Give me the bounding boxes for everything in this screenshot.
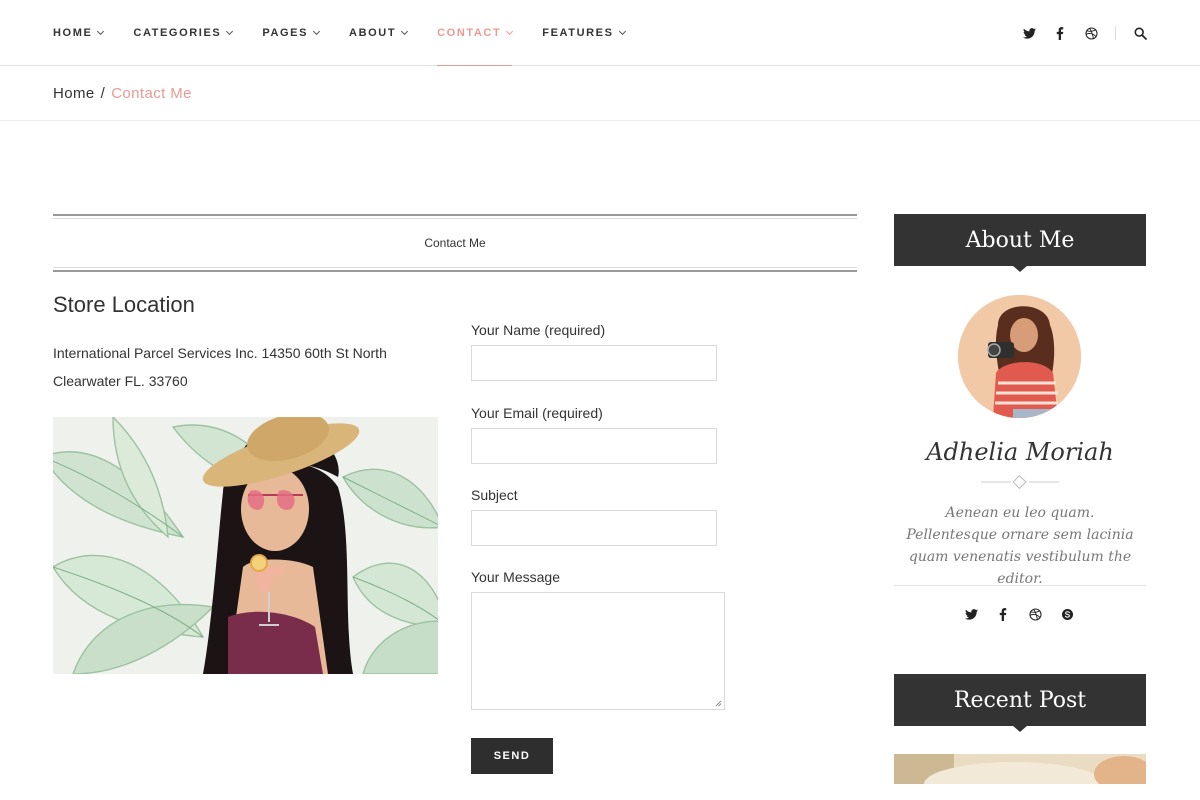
divider — [1115, 26, 1116, 40]
nav-item-pages[interactable]: PAGES — [262, 0, 321, 66]
facebook-icon[interactable] — [1053, 26, 1067, 40]
about-me-heading: About Me — [894, 214, 1146, 272]
twitter-icon[interactable] — [1022, 26, 1036, 40]
divider — [53, 270, 857, 272]
breadcrumb-current: Contact Me — [111, 84, 192, 102]
breadcrumb-separator: / — [100, 84, 106, 102]
divider — [53, 214, 857, 216]
section-header: Contact Me — [53, 214, 857, 274]
nav-item-label: CONTACT — [437, 27, 502, 39]
name-label: Your Name (required) — [471, 322, 606, 338]
chevron-down-icon — [97, 27, 105, 35]
widget-title: Recent Post — [953, 687, 1087, 713]
divider — [53, 267, 857, 268]
twitter-icon[interactable] — [964, 607, 978, 621]
store-address: International Parcel Services Inc. 14350… — [53, 339, 433, 395]
dribbble-icon[interactable] — [1028, 607, 1042, 621]
recent-post-heading: Recent Post — [894, 674, 1146, 732]
main-menu: HOME CATEGORIES PAGES ABOUT CONTACT FEAT… — [53, 0, 655, 66]
chevron-down-icon — [226, 27, 234, 35]
send-button[interactable]: SEND — [471, 738, 553, 774]
divider — [53, 218, 857, 219]
nav-item-features[interactable]: FEATURES — [542, 0, 626, 66]
email-input[interactable] — [471, 428, 717, 464]
chevron-down-icon — [401, 27, 409, 35]
skype-icon[interactable] — [1060, 607, 1074, 621]
social-links — [964, 607, 1092, 621]
chevron-down-icon — [506, 27, 514, 35]
nav-item-label: FEATURES — [542, 27, 614, 39]
breadcrumb: Home / Contact Me — [0, 66, 1200, 121]
chevron-down-icon — [312, 27, 321, 35]
divider — [894, 585, 1146, 586]
dribbble-icon[interactable] — [1084, 26, 1098, 40]
nav-item-categories[interactable]: CATEGORIES — [133, 0, 234, 66]
section-title: Contact Me — [424, 236, 486, 250]
nav-item-home[interactable]: HOME — [53, 0, 105, 66]
resize-handle-icon[interactable] — [715, 700, 722, 707]
author-name: Adhelia Moriah — [926, 438, 1114, 466]
recent-post-thumbnail[interactable] — [894, 754, 1146, 784]
nav-item-label: PAGES — [262, 27, 309, 39]
author-bio: Aenean eu leo quam. Pellentesque ornare … — [906, 505, 1134, 587]
name-input[interactable] — [471, 345, 717, 381]
header-actions — [1005, 0, 1147, 66]
nav-item-about[interactable]: ABOUT — [349, 0, 409, 66]
store-location-title: Store Location — [53, 292, 195, 317]
search-icon[interactable] — [1133, 26, 1147, 40]
subject-input[interactable] — [471, 510, 717, 546]
store-photo — [53, 417, 438, 674]
ornament-divider — [981, 475, 1059, 489]
facebook-icon[interactable] — [996, 607, 1010, 621]
address-line: International Parcel Services Inc. 14350… — [53, 345, 387, 361]
email-label: Your Email (required) — [471, 405, 603, 421]
nav-item-label: CATEGORIES — [133, 27, 222, 39]
nav-item-label: ABOUT — [349, 27, 397, 39]
top-navigation: HOME CATEGORIES PAGES ABOUT CONTACT FEAT… — [0, 0, 1200, 66]
widget-title: About Me — [965, 227, 1075, 253]
subject-label: Subject — [471, 487, 518, 503]
breadcrumb-home-link[interactable]: Home — [53, 85, 95, 102]
avatar — [958, 295, 1081, 418]
chevron-down-icon — [618, 27, 626, 35]
message-textarea[interactable] — [471, 592, 725, 710]
address-line: Clearwater FL. 33760 — [53, 373, 188, 389]
nav-item-contact[interactable]: CONTACT — [437, 0, 514, 66]
message-label: Your Message — [471, 569, 560, 585]
nav-item-label: HOME — [53, 27, 93, 39]
